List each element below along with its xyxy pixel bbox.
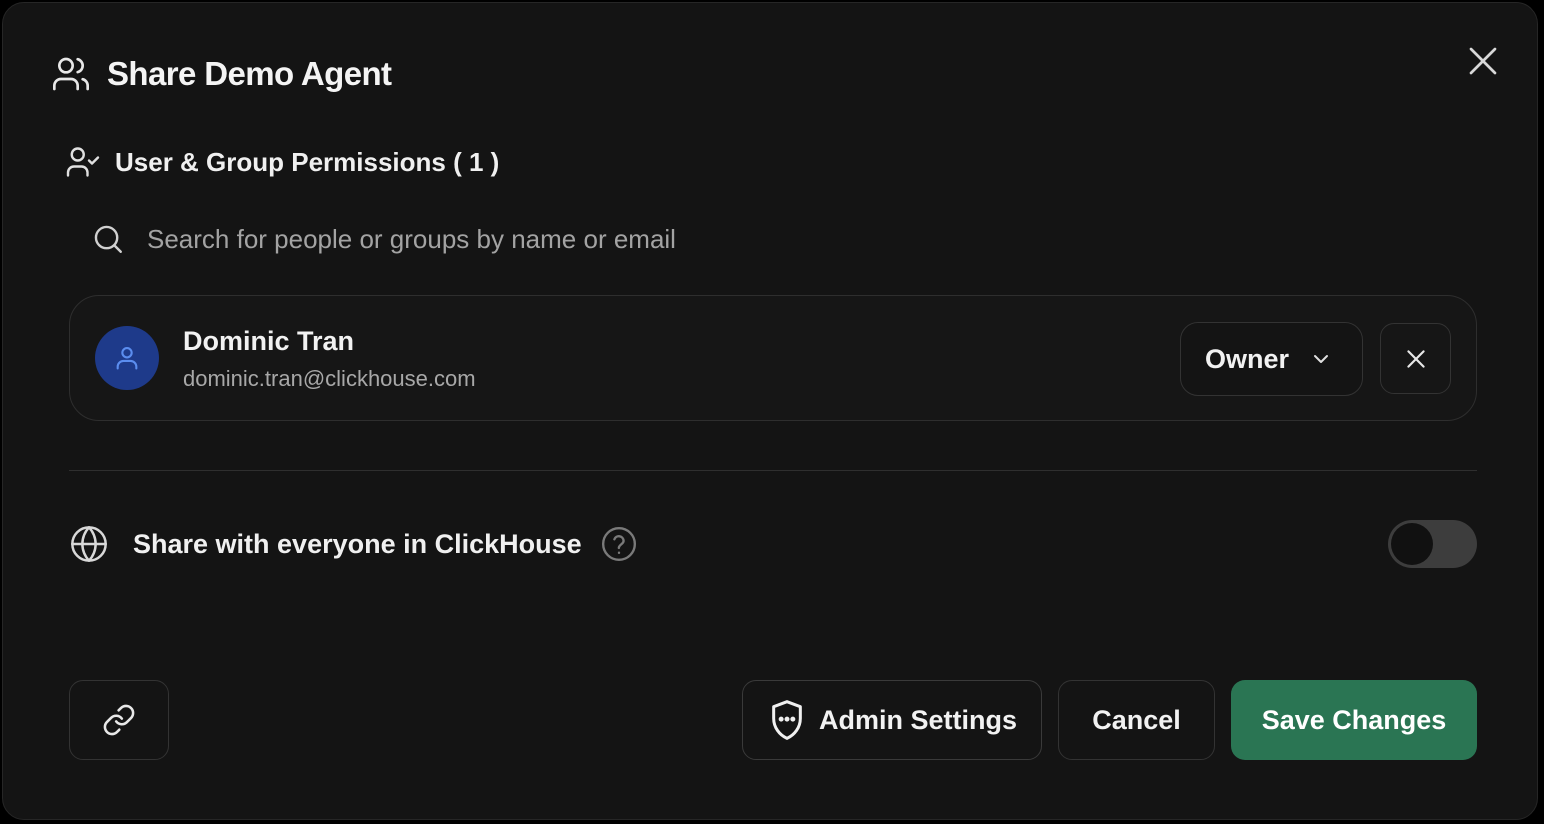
- user-name: Dominic Tran: [183, 326, 355, 356]
- globe-icon: [69, 524, 109, 564]
- avatar: [95, 326, 159, 390]
- admin-settings-button[interactable]: Admin Settings: [742, 680, 1042, 760]
- share-everyone-toggle[interactable]: [1388, 520, 1477, 568]
- x-icon: [1403, 346, 1429, 372]
- help-circle-icon[interactable]: [600, 525, 638, 563]
- toggle-knob: [1391, 523, 1433, 565]
- share-dialog: Share Demo Agent User & Group Permission…: [2, 2, 1538, 820]
- chevron-down-icon: [1309, 347, 1333, 371]
- close-button[interactable]: [1461, 39, 1505, 83]
- save-changes-label: Save Changes: [1261, 704, 1447, 735]
- divider: [69, 470, 1477, 471]
- search-input[interactable]: [147, 223, 1471, 255]
- remove-user-button[interactable]: [1380, 323, 1451, 394]
- shield-icon: [767, 698, 807, 742]
- user-permission-row: Dominic Tran dominic.tran@clickhouse.com…: [69, 295, 1477, 421]
- user-check-icon: [65, 144, 101, 180]
- close-icon: [1465, 43, 1501, 79]
- cancel-label: Cancel: [1092, 704, 1181, 735]
- permissions-title: User & Group Permissions ( 1 ): [115, 146, 500, 177]
- dialog-header: Share Demo Agent: [51, 53, 392, 95]
- share-everyone-row: Share with everyone in ClickHouse: [69, 523, 638, 565]
- role-label: Owner: [1205, 343, 1290, 374]
- search-icon: [91, 222, 125, 256]
- users-icon: [51, 54, 91, 94]
- copy-link-button[interactable]: [69, 680, 169, 760]
- link-icon: [102, 703, 136, 737]
- cancel-button[interactable]: Cancel: [1058, 680, 1215, 760]
- save-changes-button[interactable]: Save Changes: [1231, 680, 1477, 760]
- search-box: [91, 215, 1471, 263]
- user-icon: [113, 344, 141, 372]
- permissions-heading: User & Group Permissions ( 1 ): [65, 143, 499, 181]
- share-everyone-label: Share with everyone in ClickHouse: [133, 528, 582, 559]
- admin-settings-label: Admin Settings: [818, 704, 1017, 735]
- role-dropdown[interactable]: Owner: [1180, 322, 1363, 396]
- dialog-title: Share Demo Agent: [107, 55, 392, 92]
- user-email: dominic.tran@clickhouse.com: [183, 366, 476, 391]
